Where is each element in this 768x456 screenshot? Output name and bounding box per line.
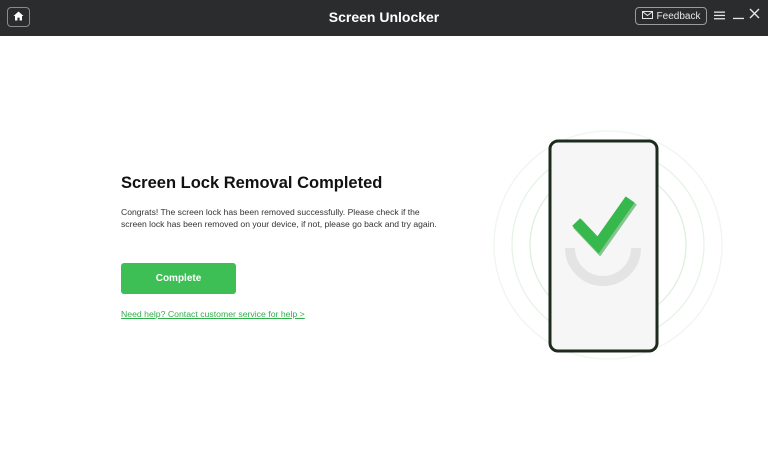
minimize-button[interactable] — [732, 10, 744, 22]
page-title: Screen Lock Removal Completed — [121, 174, 383, 192]
customer-service-help-link[interactable]: Need help? Contact customer service for … — [121, 309, 305, 319]
feedback-label: Feedback — [656, 10, 701, 22]
home-icon — [13, 8, 24, 26]
feedback-button[interactable]: Feedback — [635, 7, 707, 25]
success-description: Congrats! The screen lock has been remov… — [121, 207, 437, 230]
minimize-icon — [732, 7, 744, 25]
title-bar: Screen Unlocker Feedback — [0, 0, 768, 36]
close-button[interactable] — [748, 6, 760, 24]
phone-with-checkmark-illustration — [490, 130, 730, 370]
menu-button[interactable] — [713, 10, 725, 22]
complete-button[interactable]: Complete — [121, 263, 236, 294]
home-button[interactable] — [7, 7, 30, 27]
mail-icon — [641, 10, 653, 22]
close-icon — [749, 6, 760, 24]
hamburger-menu-icon — [713, 7, 725, 25]
